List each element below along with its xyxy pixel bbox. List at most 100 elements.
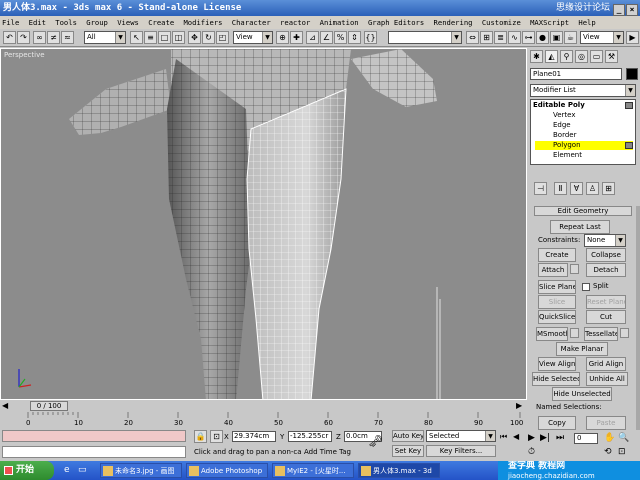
named-selection-set-dropdown[interactable]: ▼ <box>388 31 462 44</box>
display-tab-icon[interactable]: ▭ <box>590 50 603 63</box>
create-tab-icon[interactable]: ✱ <box>530 50 543 63</box>
msmooth-button[interactable]: MSmooth <box>536 327 568 341</box>
named-sel-icon[interactable]: {} <box>364 31 377 44</box>
render-type-dropdown[interactable]: View ▼ <box>580 31 624 44</box>
set-key-button[interactable]: Set Key <box>392 445 424 457</box>
polygon-light-icon[interactable] <box>625 142 633 149</box>
curve-editor-icon[interactable]: ∿ <box>508 31 521 44</box>
arc-rotate-icon[interactable]: ⟲ <box>604 447 612 457</box>
material-editor-icon[interactable]: ● <box>536 31 549 44</box>
maximize-viewport-icon[interactable]: ⊡ <box>618 447 626 457</box>
auto-key-button[interactable]: Auto Key <box>392 430 424 442</box>
link-icon[interactable]: ∞ <box>33 31 46 44</box>
constraints-dropdown[interactable]: None ▼ <box>584 234 626 247</box>
task-paint[interactable]: 未命名3.jpg - 画图 <box>100 463 182 478</box>
menu-create[interactable]: Create <box>148 18 174 27</box>
quickslice-button[interactable]: QuickSlice <box>538 310 576 324</box>
split-checkbox[interactable] <box>582 283 590 291</box>
task-photoshop[interactable]: Adobe Photoshop <box>186 463 268 478</box>
quicklaunch-desktop-icon[interactable]: ▭ <box>78 465 87 475</box>
lock-selection-icon[interactable]: 🔒 <box>194 430 207 443</box>
configure-sets-icon[interactable]: ⊞ <box>602 182 615 195</box>
hierarchy-tab-icon[interactable]: ⚲ <box>560 50 573 63</box>
frame-spinner[interactable]: 0 <box>574 433 598 444</box>
angle-snap-icon[interactable]: ∠ <box>320 31 333 44</box>
render-scene-icon[interactable]: ▣ <box>550 31 563 44</box>
rect-region-icon[interactable]: □ <box>158 31 171 44</box>
stack-light-icon[interactable] <box>625 102 633 109</box>
remove-modifier-icon[interactable]: ♙ <box>586 182 599 195</box>
next-frame-icon[interactable]: ▶ <box>516 401 522 410</box>
hide-selected-button[interactable]: Hide Selected <box>532 372 580 386</box>
play-icon[interactable]: ▶ <box>528 433 535 443</box>
make-planar-button[interactable]: Make Planar <box>556 342 608 356</box>
attach-button[interactable]: Attach <box>538 263 568 277</box>
menu-animation[interactable]: Animation <box>320 18 359 27</box>
rollout-title[interactable]: Edit Geometry <box>534 206 632 216</box>
menu-character[interactable]: Character <box>232 18 271 27</box>
goto-end-icon[interactable]: ⏭ <box>556 433 564 443</box>
grid-align-button[interactable]: Grid Align <box>586 357 626 371</box>
menu-graph-editors[interactable]: Graph Editors <box>368 18 424 27</box>
time-slider[interactable]: 0 / 100 ◀ ▶ <box>0 400 527 412</box>
quick-render-icon[interactable]: ☕ <box>564 31 577 44</box>
move-icon[interactable]: ✥ <box>188 31 201 44</box>
pivot-icon[interactable]: ⊕ <box>276 31 289 44</box>
slice-plane-button[interactable]: Slice Plane <box>538 280 576 294</box>
repeat-last-button[interactable]: Repeat Last <box>550 220 610 234</box>
goto-start-icon[interactable]: ⏮ <box>500 432 507 442</box>
undo-icon[interactable]: ↶ <box>3 31 16 44</box>
utilities-tab-icon[interactable]: ⚒ <box>605 50 618 63</box>
time-config-icon[interactable]: ⏱ <box>528 447 535 457</box>
menu-maxscript[interactable]: MAXScript <box>530 18 569 27</box>
tessellate-settings-icon[interactable] <box>620 328 629 338</box>
menu-tools[interactable]: Tools <box>55 18 77 27</box>
cut-button[interactable]: Cut <box>586 310 626 324</box>
stack-item-editable-poly[interactable]: Editable Poly <box>533 101 585 110</box>
quicklaunch-ie-icon[interactable]: e <box>64 465 70 475</box>
selected-dropdown[interactable]: Selected ▼ <box>426 430 496 442</box>
paste-button[interactable]: Paste <box>586 416 626 430</box>
snap-icon[interactable]: ⊿ <box>306 31 319 44</box>
object-name-field[interactable]: Plane01 <box>530 68 622 80</box>
prev-key-icon[interactable]: ◀ <box>513 432 519 441</box>
window-crossing-icon[interactable]: ◫ <box>172 31 185 44</box>
time-slider-thumb[interactable]: 0 / 100 <box>30 401 68 411</box>
menu-modifiers[interactable]: Modifiers <box>183 18 222 27</box>
select-icon[interactable]: ↖ <box>130 31 143 44</box>
next-key-icon[interactable]: ▶| <box>540 433 550 443</box>
menu-reactor[interactable]: reactor <box>280 18 310 27</box>
mirror-icon[interactable]: ⇔ <box>466 31 479 44</box>
menu-views[interactable]: Views <box>117 18 139 27</box>
attach-list-icon[interactable] <box>570 264 579 274</box>
slice-button[interactable]: Slice <box>538 295 576 309</box>
ref-coord-dropdown[interactable]: View ▼ <box>233 31 273 44</box>
absolute-mode-icon[interactable]: ⊡ <box>210 430 223 443</box>
perspective-viewport[interactable]: Perspective <box>0 48 527 400</box>
viewport-label[interactable]: Perspective <box>4 51 45 59</box>
copy-button[interactable]: Copy <box>538 416 576 430</box>
make-unique-icon[interactable]: ∀ <box>570 182 583 195</box>
select-by-name-icon[interactable]: ≡ <box>144 31 157 44</box>
task-3dsmax[interactable]: 男人体3.max - 3d <box>358 463 440 478</box>
minimize-icon[interactable]: _ <box>613 4 625 16</box>
render-last-icon[interactable]: ▶ <box>626 31 639 44</box>
object-color-swatch[interactable] <box>626 68 638 80</box>
zoom-icon[interactable]: 🔍 <box>618 433 629 443</box>
prev-frame-icon[interactable]: ◀ <box>2 401 8 410</box>
maxscript-input[interactable] <box>2 446 186 458</box>
tessellate-button[interactable]: Tessellate <box>584 327 618 341</box>
bind-icon[interactable]: ≈ <box>61 31 74 44</box>
add-time-tag[interactable]: Add Time Tag <box>304 448 351 456</box>
menu-group[interactable]: Group <box>86 18 108 27</box>
set-key-icon[interactable]: 🗝 <box>368 434 383 448</box>
schematic-icon[interactable]: ⊶ <box>522 31 535 44</box>
select-manipulate-icon[interactable]: ✚ <box>290 31 303 44</box>
reset-plane-button[interactable]: Reset Plane <box>586 295 626 309</box>
y-coord-field[interactable]: -125.255cr <box>288 431 332 442</box>
detach-button[interactable]: Detach <box>586 263 626 277</box>
align-icon[interactable]: ⊞ <box>480 31 493 44</box>
view-align-button[interactable]: View Align <box>538 357 576 371</box>
unlink-icon[interactable]: ≠ <box>47 31 60 44</box>
unhide-all-button[interactable]: Unhide All <box>586 372 628 386</box>
